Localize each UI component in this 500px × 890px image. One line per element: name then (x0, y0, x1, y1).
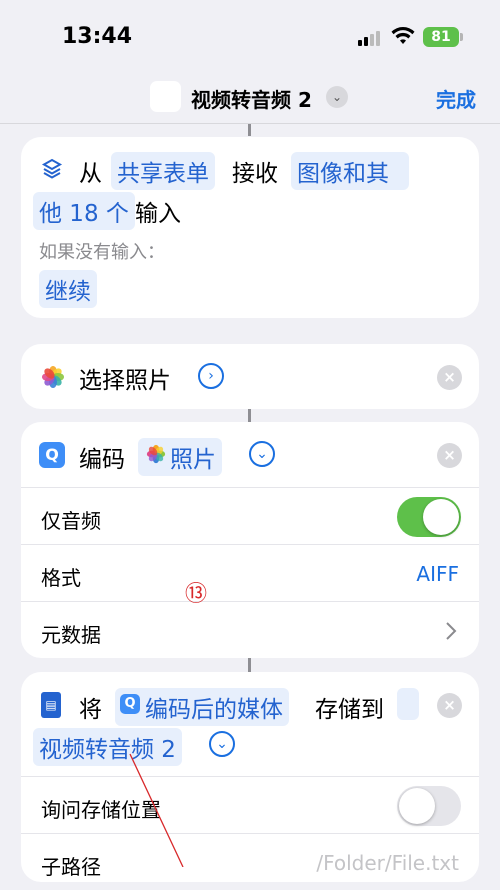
save-file-action[interactable]: ▤ 将 编码后的媒体 Q 存储到 × 视频转音频 2 ⌄ 询问存储位置 子路径 … (21, 672, 479, 882)
audio-only-label: 仅音频 (41, 509, 101, 533)
expand-chevron-down-icon[interactable]: ⌄ (209, 731, 235, 757)
chevron-down-icon[interactable]: ⌄ (326, 86, 348, 108)
subpath-input[interactable]: /Folder/File.txt (316, 851, 459, 875)
quicktime-mini-icon: Q (120, 694, 140, 714)
save-to-label: 存储到 (315, 697, 384, 723)
encoded-media-token-label: 编码后的媒体 (145, 697, 283, 723)
input-types-token[interactable]: 图像和其 (291, 152, 409, 190)
status-bar: 13:44 81 (0, 0, 500, 70)
shortcut-title[interactable]: 视频转音频 2 (191, 84, 312, 113)
metadata-label: 元数据 (41, 623, 101, 647)
audio-only-row: 仅音频 (21, 487, 479, 544)
status-time: 13:44 (62, 24, 133, 49)
input-label: 输入 (135, 201, 181, 227)
from-label: 从 (79, 161, 102, 187)
format-row[interactable]: 格式 AIFF (21, 544, 479, 601)
encoded-media-token[interactable]: 编码后的媒体 (115, 688, 289, 726)
no-input-label: 如果没有输入： (39, 242, 165, 263)
format-value[interactable]: AIFF (416, 562, 459, 586)
delete-action-icon[interactable]: × (437, 443, 462, 468)
action-connector (248, 408, 251, 422)
metadata-row[interactable]: 元数据 (21, 601, 479, 658)
format-label: 格式 (41, 566, 81, 590)
battery-indicator: 81 (423, 27, 459, 47)
audio-only-toggle[interactable] (397, 497, 461, 537)
share-sheet-icon (41, 158, 63, 179)
encode-media-action[interactable]: Q 编码 照片 ⌄ × 仅音频 格式 AIFF 元数据 (21, 422, 479, 658)
ask-location-row: 询问存储位置 (21, 776, 479, 833)
document-icon: ▤ (41, 692, 61, 718)
photos-icon (42, 366, 64, 388)
delete-action-icon[interactable]: × (437, 365, 462, 390)
chevron-right-icon (446, 622, 457, 640)
done-button[interactable]: 完成 (436, 84, 476, 113)
action-connector (248, 124, 251, 136)
will-label: 将 (79, 697, 102, 723)
continue-token[interactable]: 继续 (39, 270, 97, 308)
select-photos-label: 选择照片 (79, 368, 171, 394)
save-target-spacer (397, 688, 419, 720)
action-connector (248, 658, 251, 672)
input-types-token-cont[interactable]: 他 18 个 (33, 192, 135, 230)
expand-chevron-down-icon[interactable]: ⌄ (249, 441, 275, 467)
receive-input-action[interactable]: 从 共享表单 接收 图像和其 他 18 个 输入 如果没有输入： 继续 (21, 137, 479, 318)
photos-mini-icon (146, 444, 166, 464)
save-target-token[interactable]: 视频转音频 2 (33, 728, 182, 766)
battery-nub (460, 33, 463, 41)
ask-location-toggle[interactable] (397, 786, 461, 826)
source-token[interactable]: 共享表单 (111, 152, 215, 190)
annotation-number: ⑬ (185, 582, 208, 607)
photos-token-label: 照片 (170, 447, 216, 473)
select-photos-action[interactable]: 选择照片 › × (21, 344, 479, 409)
subpath-row: 子路径 /Folder/File.txt (21, 833, 479, 890)
shortcut-app-icon[interactable] (150, 81, 181, 112)
subpath-label: 子路径 (41, 855, 101, 879)
expand-chevron-right-icon[interactable]: › (198, 363, 224, 389)
encode-label: 编码 (79, 447, 125, 473)
navigation-bar: 视频转音频 2 ⌄ 完成 (0, 70, 500, 124)
delete-action-icon[interactable]: × (437, 693, 462, 718)
cellular-signal-icon (358, 30, 384, 46)
ask-location-label: 询问存储位置 (41, 798, 161, 822)
wifi-icon (391, 27, 415, 44)
quicktime-icon: Q (39, 442, 65, 468)
receive-label: 接收 (232, 161, 278, 187)
